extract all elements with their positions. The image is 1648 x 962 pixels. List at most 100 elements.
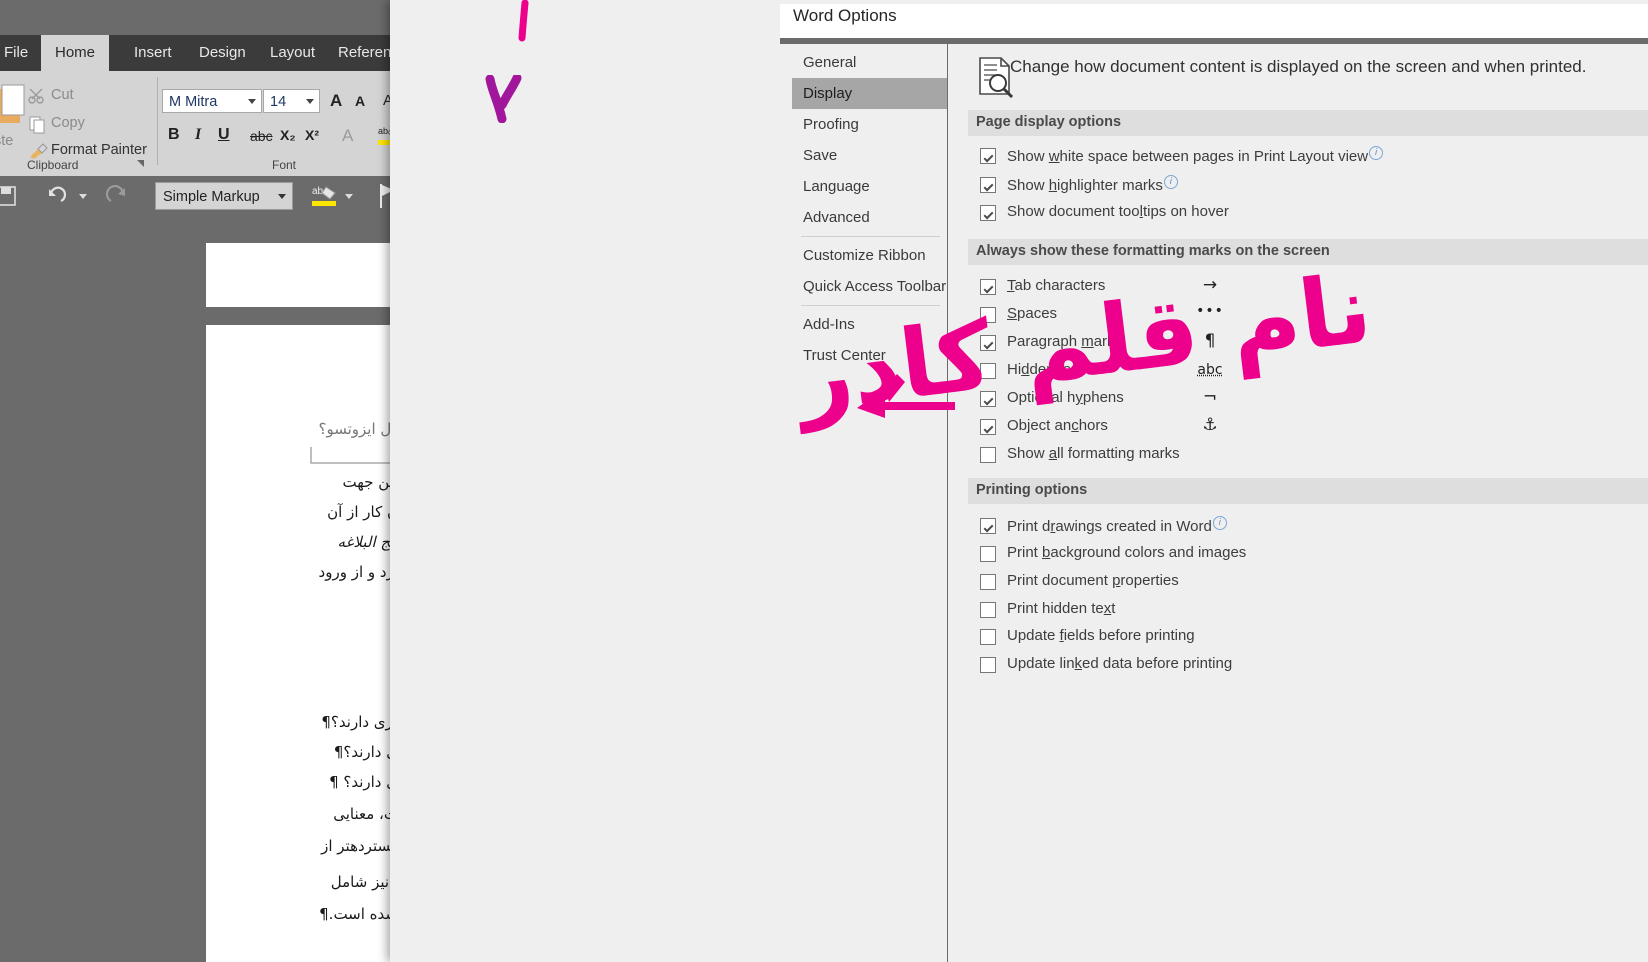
hidden-text-abc-mark-icon: abc xyxy=(1197,362,1223,378)
ribbon-content: ste Cut Copy Format Painter Clipboard M … xyxy=(0,71,420,176)
word-options-dialog: Word Options ? ✕ General Display Proofin… xyxy=(390,0,1648,962)
document-page-top xyxy=(206,243,406,307)
copy-icon xyxy=(29,116,45,134)
nav-item-quick-access-toolbar[interactable]: Quick Access Toolbar xyxy=(792,271,947,302)
nav-item-display[interactable]: Display xyxy=(792,78,947,109)
dialog-title-bar[interactable] xyxy=(780,4,1648,38)
font-group-label: Font xyxy=(272,158,297,172)
checkbox[interactable] xyxy=(980,279,996,295)
anchor-mark-icon: ⚓ xyxy=(1202,415,1218,435)
checkbox[interactable] xyxy=(980,363,996,379)
option-label: Paragraph marks xyxy=(1007,333,1123,350)
checkbox[interactable] xyxy=(980,657,996,673)
save-icon[interactable] xyxy=(0,186,18,206)
doc-line: ن کار از آن xyxy=(327,503,398,521)
font-size-combo[interactable]: 14 xyxy=(263,89,320,113)
tab-design[interactable]: Design xyxy=(185,35,260,71)
nav-divider xyxy=(801,236,940,237)
section-header-page-display: Page display options xyxy=(968,110,1648,136)
checkbox[interactable] xyxy=(980,518,996,534)
info-icon[interactable]: i xyxy=(1212,516,1227,530)
subscript-button[interactable]: X₂ xyxy=(280,127,296,143)
nav-item-save[interactable]: Save xyxy=(792,140,947,171)
ribbon-tab-strip: File Home Insert Design Layout Reference… xyxy=(0,35,420,71)
copy-label[interactable]: Copy xyxy=(51,115,85,131)
highlight-dropdown-icon[interactable] xyxy=(345,194,353,199)
scissors-icon xyxy=(28,88,44,104)
doc-line: دل ایزوتسو؟ xyxy=(318,420,398,438)
tab-layout[interactable]: Layout xyxy=(256,35,329,71)
doc-line: ی دارند؟¶ xyxy=(333,743,398,761)
nav-item-proofing[interactable]: Proofing xyxy=(792,109,947,140)
info-icon[interactable]: i xyxy=(1163,175,1178,189)
nav-item-add-ins[interactable]: Add-Ins xyxy=(792,309,947,340)
cut-label[interactable]: Cut xyxy=(51,87,74,103)
options-nav-list: General Display Proofing Save Language A… xyxy=(792,44,948,962)
checkbox[interactable] xyxy=(980,335,996,351)
svg-text:ab: ab xyxy=(378,126,388,136)
nav-item-advanced[interactable]: Advanced xyxy=(792,202,947,233)
text-highlight-icon[interactable]: ab xyxy=(312,184,338,208)
option-label: Optional hyphens xyxy=(1007,389,1124,406)
quick-access-toolbar: Simple Markup ab xyxy=(0,176,420,216)
option-label: Show white space between pages in Print … xyxy=(1007,146,1384,165)
markup-display-combo[interactable]: Simple Markup xyxy=(155,182,293,210)
checkbox[interactable] xyxy=(980,574,996,590)
shrink-font-button[interactable]: A xyxy=(355,93,365,109)
nav-item-language[interactable]: Language xyxy=(792,171,947,202)
tab-home[interactable]: Home xyxy=(41,35,110,71)
checkbox[interactable] xyxy=(980,177,996,193)
option-label: Print hidden text xyxy=(1007,600,1116,617)
checkbox[interactable] xyxy=(980,602,996,618)
checkbox[interactable] xyxy=(980,391,996,407)
option-label: Hidden text xyxy=(1007,361,1083,378)
doc-line: ت، معنایی xyxy=(333,805,398,823)
option-label: Tab characters xyxy=(1007,277,1106,294)
nav-item-general[interactable]: General xyxy=(792,47,947,78)
section-header-printing-options: Printing options xyxy=(968,478,1648,504)
undo-icon[interactable] xyxy=(47,186,73,206)
underline-button[interactable]: U xyxy=(218,126,230,144)
superscript-button[interactable]: X² xyxy=(305,127,319,143)
text-effects-button[interactable]: A xyxy=(342,126,353,146)
undo-dropdown-icon[interactable] xyxy=(79,194,87,199)
option-label: Object anchors xyxy=(1007,417,1108,434)
nav-item-customize-ribbon[interactable]: Customize Ribbon xyxy=(792,240,947,271)
tab-file[interactable]: File xyxy=(0,35,42,71)
pilcrow-mark-icon: ¶ xyxy=(1204,331,1216,351)
space-dots-mark-icon: ••• xyxy=(1196,303,1224,319)
font-name-combo[interactable]: M Mitra xyxy=(162,89,262,113)
display-options-pane: Change how document content is displayed… xyxy=(948,44,1648,962)
paste-icon[interactable] xyxy=(0,83,36,135)
doc-line: هج البلاغه xyxy=(337,533,398,551)
checkbox[interactable] xyxy=(980,447,996,463)
checkbox[interactable] xyxy=(980,148,996,164)
format-painter-label[interactable]: Format Painter xyxy=(51,142,147,158)
checkbox[interactable] xyxy=(980,419,996,435)
option-label: Show document tooltips on hover xyxy=(1007,203,1229,220)
option-label: Update linked data before printing xyxy=(1007,655,1233,672)
italic-button[interactable]: I xyxy=(195,126,201,144)
strikethrough-button[interactable]: abc xyxy=(250,128,273,144)
optional-hyphen-mark-icon: ¬ xyxy=(1202,387,1218,407)
tab-arrow-mark-icon: → xyxy=(1202,275,1218,295)
grow-font-button[interactable]: A xyxy=(330,91,342,111)
checkbox[interactable] xyxy=(980,307,996,323)
option-label: Print drawings created in Word i xyxy=(1007,516,1227,535)
checkbox[interactable] xyxy=(980,205,996,221)
tab-insert[interactable]: Insert xyxy=(120,35,186,71)
chevron-down-icon xyxy=(306,99,314,104)
doc-line: ا نیز شامل xyxy=(330,873,398,891)
redo-icon[interactable] xyxy=(105,185,129,207)
doc-line: یری دارند؟¶ xyxy=(321,713,398,731)
nav-item-trust-center[interactable]: Trust Center xyxy=(792,340,947,371)
checkbox[interactable] xyxy=(980,629,996,645)
bold-button[interactable]: B xyxy=(168,126,180,144)
dialog-launcher-icon[interactable] xyxy=(136,159,146,169)
option-label: Print background colors and images xyxy=(1007,544,1247,561)
info-icon[interactable]: i xyxy=(1369,146,1384,160)
nav-divider xyxy=(801,305,940,306)
checkbox[interactable] xyxy=(980,546,996,562)
doc-line: ارد و از ورود xyxy=(318,563,398,581)
clipboard-group-label: Clipboard xyxy=(27,158,79,172)
